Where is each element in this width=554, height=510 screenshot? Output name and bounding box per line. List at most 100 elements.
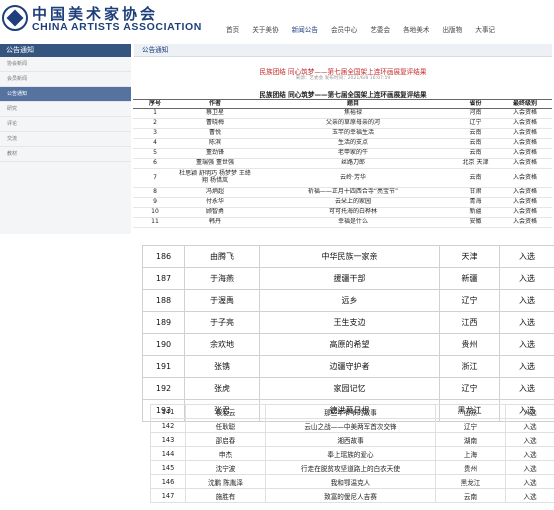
cell-level: 入会资格 — [498, 148, 552, 159]
cell-level: 入会资格 — [498, 158, 552, 169]
site-header: 中国美术家协会 CHINA ARTISTS ASSOCIATION 首页 关于美… — [0, 0, 554, 40]
cell-number: 187 — [142, 267, 185, 290]
cell-author: 杜思颖 舒明巧 杨梦梦 王绛翔 杨惜岚 — [177, 168, 253, 188]
cell-author: 顾智勇 — [177, 207, 253, 218]
cell-author: 权凌云 — [185, 404, 266, 419]
nav-item-home[interactable]: 首页 — [226, 24, 239, 34]
nav-item-events[interactable]: 大事记 — [475, 24, 495, 34]
nav-item-regional-art[interactable]: 各地美术 — [403, 24, 429, 34]
nav-item-about[interactable]: 关于美协 — [252, 24, 278, 34]
table-row: 2 曹晓梅 父亲的草原母亲的河 辽宁 入会资格 — [133, 118, 552, 129]
cell-number: 191 — [142, 355, 185, 378]
article-meta: 来源：艺委会 发布时间：2021/6/8 16:07:59 — [295, 76, 391, 81]
cell-number: 10 — [133, 207, 177, 218]
nav-item-news[interactable]: 新闻公告 — [292, 24, 318, 34]
cell-province: 新疆 — [453, 207, 498, 218]
cell-author: 沈鹏 陈胤泽 — [185, 474, 266, 489]
sidebar-item-member-news[interactable]: 会员新闻 — [0, 72, 131, 87]
cell-number: 146 — [150, 474, 186, 489]
cell-author: 张镌 — [184, 355, 260, 378]
cell-number: 188 — [142, 289, 185, 312]
cell-province: 贵州 — [439, 333, 500, 356]
section-header: 公告通知 — [134, 44, 552, 57]
cell-level: 入选 — [505, 460, 554, 475]
cell-title: 老甲家的牛 — [253, 148, 453, 159]
cell-province: 甘肃 — [453, 187, 498, 198]
cell-title: 云岭·芳华 — [253, 168, 453, 188]
nav-item-committee[interactable]: 艺委会 — [370, 24, 390, 34]
cell-number: 11 — [133, 217, 177, 228]
column-header-level: 最终级别 — [498, 99, 552, 109]
cell-title: 玉竿的幸福生活 — [253, 128, 453, 139]
cell-title: 家园记忆 — [259, 377, 440, 400]
cell-level: 入会资格 — [498, 168, 552, 188]
cell-author: 付永华 — [177, 197, 253, 208]
table-row: 7 杜思颖 舒明巧 杨梦梦 王绛翔 杨惜岚 云岭·芳华 云南 入会资格 — [133, 168, 552, 188]
cell-province: 江西 — [439, 311, 500, 334]
cell-province: 安徽 — [453, 217, 498, 228]
results-table: 序号 作者 题目 省份 最终级别 1 蔡卫星 焦裕禄 河南 入会资格 2 曹晓梅 父亲的草原母… — [133, 99, 552, 228]
table-row: 143 邵启春 湘西故事 湖南 入选 — [150, 432, 554, 447]
cell-number: 147 — [150, 488, 186, 503]
cell-level: 入选 — [505, 432, 554, 447]
table-row: 191 张镌 边疆守护者 浙江 入选 — [142, 355, 554, 378]
cell-number: 145 — [150, 460, 186, 475]
cell-number: 7 — [133, 168, 177, 188]
cell-province: 辽宁 — [439, 377, 500, 400]
table-row: 9 付永华 云朵上的家园 青海 入会资格 — [133, 197, 552, 208]
column-header-title: 题目 — [253, 99, 453, 109]
cell-level: 入选 — [499, 289, 554, 312]
cell-author: 董瑞强 董世强 — [177, 158, 253, 169]
cell-title: 可可托海的白桦林 — [253, 207, 453, 218]
sidebar-item-research[interactable]: 研究 — [0, 102, 131, 117]
cell-level: 入会资格 — [498, 108, 552, 119]
sidebar-item-exchange[interactable]: 交流 — [0, 132, 131, 147]
cell-level: 入选 — [505, 446, 554, 461]
cell-title: 奉上瑶族的爱心 — [265, 446, 436, 461]
cell-province: 辽宁 — [453, 118, 498, 129]
cell-province: 北京 天津 — [453, 158, 498, 169]
table-row: 144 申杰 奉上瑶族的爱心 上海 入选 — [150, 446, 554, 461]
cell-title: 丝路刀郎 — [253, 158, 453, 169]
cell-level: 入选 — [505, 404, 554, 419]
cell-title: 那些年爷爷的故事 — [265, 404, 436, 419]
sidebar-item-announcements[interactable]: 公告通知 — [0, 87, 131, 102]
nav-item-publications[interactable]: 出版物 — [442, 24, 462, 34]
cell-level: 入会资格 — [498, 207, 552, 218]
cell-author: 于子亮 — [184, 311, 260, 334]
sidebar-item-association-news[interactable]: 协会新闻 — [0, 57, 131, 72]
sidebar-item-review[interactable]: 评论 — [0, 117, 131, 132]
cell-number: 5 — [133, 148, 177, 159]
cell-title: 远乡 — [259, 289, 440, 312]
sidebar-item-materials[interactable]: 教材 — [0, 147, 131, 162]
table-row: 10 顾智勇 可可托海的白桦林 新疆 入会资格 — [133, 207, 552, 218]
cell-author: 沈宁波 — [185, 460, 266, 475]
cell-title: 湘西故事 — [265, 432, 436, 447]
cell-province: 湖南 — [435, 432, 506, 447]
cell-author: 余欢地 — [184, 333, 260, 356]
cell-level: 入选 — [499, 245, 554, 268]
cell-level: 入选 — [505, 418, 554, 433]
cell-number: 190 — [142, 333, 185, 356]
cell-number: 1 — [133, 108, 177, 119]
table-row: 192 张虎 家园记忆 辽宁 入选 — [142, 377, 554, 400]
cell-author: 张虎 — [184, 377, 260, 400]
table-row: 190 余欢地 高原的希望 贵州 入选 — [142, 333, 554, 356]
table-row: 1 蔡卫星 焦裕禄 河南 入会资格 — [133, 108, 552, 119]
column-header-author: 作者 — [177, 99, 253, 109]
cell-province: 上海 — [435, 446, 506, 461]
logo-title-en: CHINA ARTISTS ASSOCIATION — [32, 21, 202, 33]
cell-number: 9 — [133, 197, 177, 208]
site-logo[interactable]: 中国美术家协会 CHINA ARTISTS ASSOCIATION — [2, 4, 202, 36]
cell-province: 云南 — [453, 128, 498, 139]
cell-level: 入选 — [505, 488, 554, 503]
cell-title: 援疆干部 — [259, 267, 440, 290]
table-row: 8 冯炳超 祈福——正月十四西合寺“亮宝节” 甘肃 入会资格 — [133, 187, 552, 198]
cell-number: 192 — [142, 377, 185, 400]
table-row: 189 于子亮 王生支边 江西 入选 — [142, 311, 554, 334]
cell-level: 入选 — [499, 355, 554, 378]
cell-level: 入会资格 — [498, 128, 552, 139]
cell-level: 入会资格 — [498, 187, 552, 198]
nav-item-members[interactable]: 会员中心 — [331, 24, 357, 34]
cell-author: 董劲锋 — [177, 148, 253, 159]
